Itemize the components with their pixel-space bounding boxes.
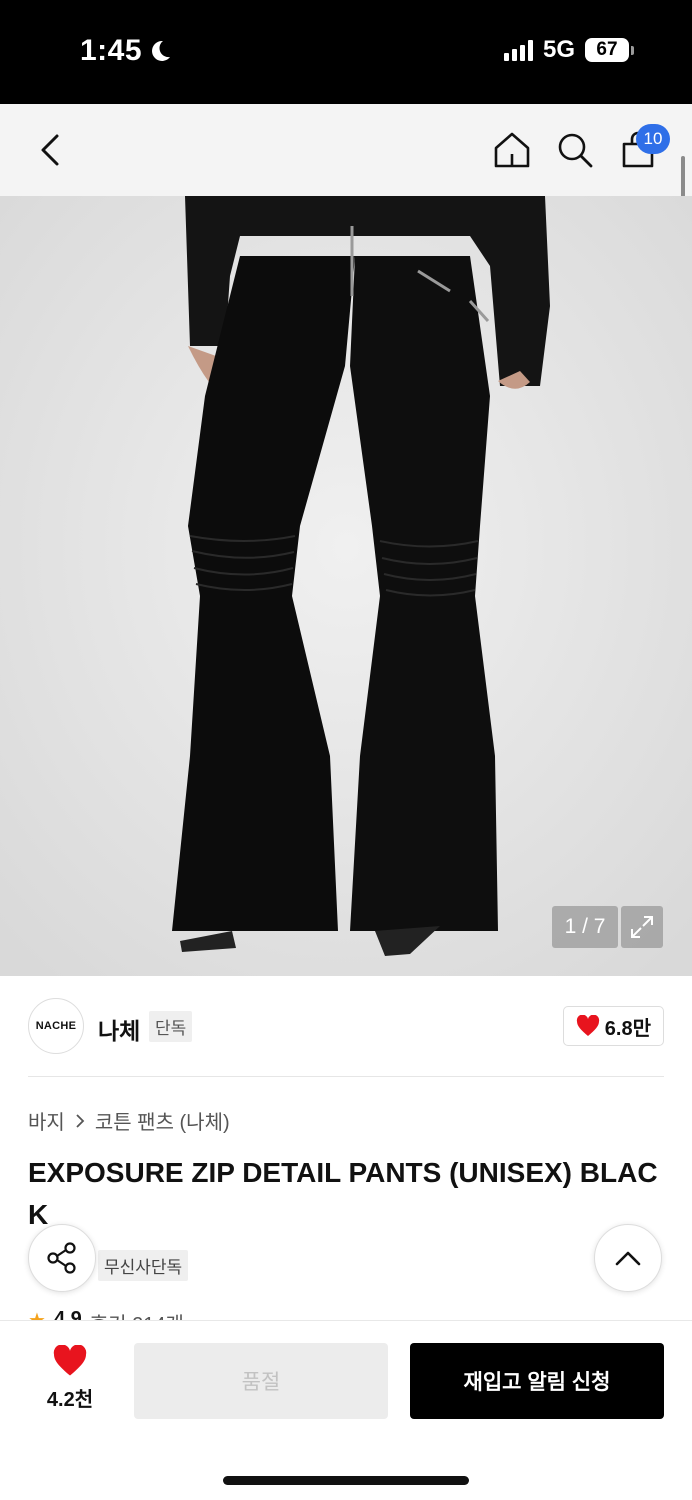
wishlist-count: 4.2천 — [46, 1389, 94, 1411]
brand-logo[interactable]: NACHE — [28, 998, 84, 1054]
product-title: EXPOSURE ZIP DETAIL PANTS (UNISEX) BLACK — [28, 1157, 658, 1230]
scroll-top-button[interactable] — [594, 1224, 662, 1292]
battery-level: 67 — [585, 38, 629, 62]
share-button[interactable] — [28, 1224, 96, 1292]
product-photo-pants — [0, 196, 692, 976]
breadcrumb: 바지 코튼 팬츠 (나체) — [28, 1106, 230, 1135]
brand-name[interactable]: 나체 — [98, 1012, 140, 1046]
heart-icon — [576, 1015, 599, 1036]
search-button[interactable] — [551, 126, 599, 174]
brand-like-count: 6.8만 — [604, 1017, 651, 1040]
top-nav — [0, 104, 692, 196]
brand-like-button[interactable]: 6.8만 — [562, 1006, 664, 1046]
breadcrumb-category[interactable]: 바지 — [28, 1106, 65, 1135]
review-count: 후기 214개 — [90, 1308, 184, 1320]
rating-row[interactable]: ★ 4.9 후기 214개 — [28, 1308, 184, 1320]
search-icon — [558, 133, 593, 168]
divider — [28, 1076, 664, 1077]
moon-icon — [152, 40, 171, 61]
image-counter: 1 / 7 — [552, 906, 618, 948]
expand-icon — [631, 916, 653, 938]
share-icon — [47, 1242, 76, 1274]
status-indicators: 5G 67 — [503, 36, 634, 64]
soldout-button: 품절 — [134, 1343, 388, 1419]
signal-icon — [503, 39, 533, 61]
exclusive-tag: 단독 — [149, 1011, 193, 1042]
status-bar: 1:45 5G 67 — [0, 0, 692, 104]
exclusive-badge: 무신사단독 — [98, 1250, 189, 1281]
wishlist-button[interactable]: 4.2천 — [30, 1345, 110, 1415]
restock-notify-button[interactable]: 재입고 알림 신청 — [410, 1343, 664, 1419]
home-button[interactable] — [488, 126, 536, 174]
clock-text: 1:45 — [80, 34, 143, 67]
rating-score: 4.9 — [53, 1308, 82, 1320]
bottom-action-bar: 4.2천 품절 재입고 알림 신청 — [0, 1320, 692, 1500]
star-icon: ★ — [28, 1308, 46, 1320]
product-image[interactable] — [0, 196, 692, 976]
chevron-left-icon — [41, 134, 59, 166]
status-time: 1:45 — [80, 34, 172, 68]
chevron-up-icon — [615, 1251, 641, 1266]
expand-image-button[interactable] — [621, 906, 663, 948]
heart-icon — [53, 1345, 87, 1376]
chevron-right-icon — [76, 1113, 85, 1128]
brand-row: NACHE 나체 단독 6.8만 — [28, 998, 664, 1054]
breadcrumb-subcategory[interactable]: 코튼 팬츠 (나체) — [95, 1106, 230, 1135]
network-type: 5G — [542, 36, 575, 63]
battery-icon: 67 — [585, 38, 634, 62]
home-indicator[interactable] — [223, 1476, 469, 1485]
home-icon — [494, 132, 530, 168]
cart-count-badge: 10 — [636, 124, 670, 154]
back-button[interactable] — [26, 126, 74, 174]
